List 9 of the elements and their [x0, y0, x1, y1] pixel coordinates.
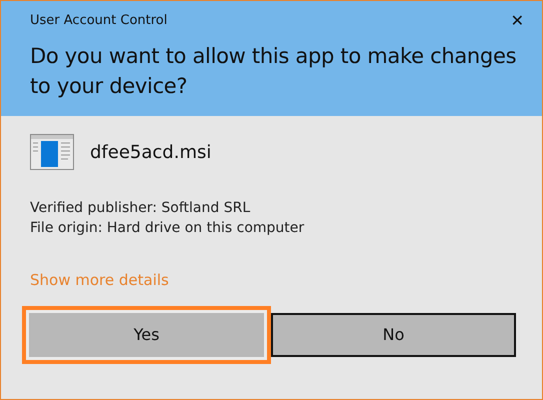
detail-line: File origin: Hard drive on this computer: [30, 219, 306, 238]
close-button[interactable]: ✕: [506, 12, 528, 29]
dialog-button[interactable]: No: [271, 313, 516, 357]
installer-icon: [30, 134, 74, 170]
detail-line: Verified publisher: Softland SRL: [30, 199, 252, 218]
window-title: User Account Control: [30, 12, 168, 30]
dialog-button[interactable]: Yes: [22, 306, 271, 364]
file-name: dfee5acd.msi: [90, 140, 212, 164]
prompt-question: Do you want to allow this app to make changes to your device?: [30, 42, 518, 100]
